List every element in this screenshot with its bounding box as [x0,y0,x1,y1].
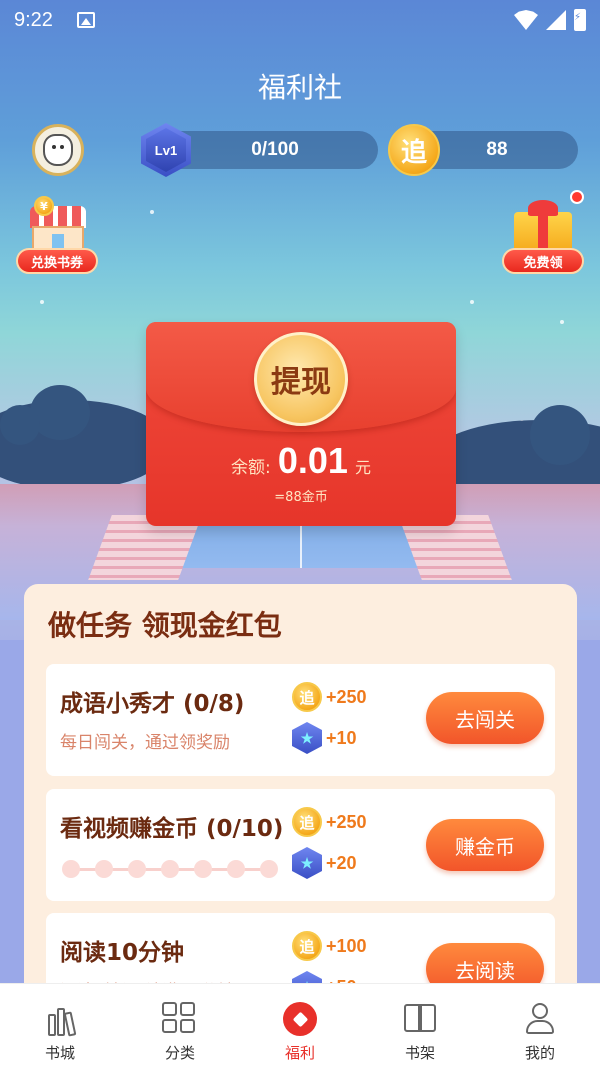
exchange-voucher-button[interactable]: ¥ 兑换书券 [12,196,102,276]
coin-icon: 追 [292,931,322,961]
task-description: 每日闯关，通过领奖励 [60,733,230,753]
coin-reward-value: +100 [326,935,367,956]
nav-item-bookstore[interactable]: 书城 [0,984,120,1067]
task-idiom-challenge: 成语小秀才 (0/8) 每日闯关，通过领奖励 追 +250 ★ +10 去闯关 [46,664,555,776]
go-challenge-button[interactable]: 去闯关 [426,692,544,744]
tree [30,385,90,440]
exp-reward: ★ +20 [292,847,357,879]
sparkle [150,210,154,214]
task-watch-video: 看视频赚金币 (0/10) 追 +250 ★ +20 赚金币 [46,789,555,901]
progress-dot [194,860,212,878]
status-indicators [514,9,586,31]
wifi-icon [514,10,538,30]
coin-reward-value: +250 [326,686,367,707]
exp-reward-value: +20 [326,852,357,873]
progress-dot [227,860,245,878]
exchange-voucher-label: 兑换书券 [16,248,98,274]
exp-reward-value: +10 [326,727,357,748]
balance-coin-equivalent: =88金币 [274,490,328,505]
coin-icon: 追 [292,807,322,837]
balance-value: 0.01 [277,440,348,481]
progress-dot [95,860,113,878]
coin-count: 88 [486,139,508,160]
progress-dot [62,860,80,878]
bookshelf-icon [402,1002,438,1036]
nav-label: 分类 [164,1044,195,1062]
free-gift-button[interactable]: 免费领 [498,190,588,276]
shop-coin-icon: ¥ [34,196,54,216]
sparkle [560,320,564,324]
exp-reward: ★ +10 [292,722,357,754]
coin-reward: 追 +100 [292,931,367,961]
nav-label: 我的 [524,1044,555,1062]
bookstore-icon [42,1002,78,1037]
coin-icon: 追 [388,124,440,176]
welfare-icon [283,1002,317,1036]
star-badge-icon: ★ [292,847,322,879]
video-progress [62,859,278,879]
progress-dot [260,860,278,878]
earn-coins-button[interactable]: 赚金币 [426,819,544,871]
status-bar: 9:22 [0,0,600,42]
task-section-title: 做任务 领现金红包 [48,609,282,642]
tree [530,405,590,465]
balance-label: 余额: [230,458,271,478]
level-badge-text: Lv1 [146,128,186,172]
tree [0,405,40,445]
nav-item-bookshelf[interactable]: 书架 [360,984,480,1067]
level-progress[interactable]: 0/100 [160,131,378,169]
gift-bow-icon [528,200,558,216]
category-grid-icon [162,1002,198,1036]
task-name: 看视频赚金币 (0/10) [60,816,284,842]
nav-item-category[interactable]: 分类 [120,984,240,1067]
nav-label: 书城 [44,1044,75,1062]
status-time: 9:22 [14,9,53,31]
bottom-nav: 书城 分类 福利 书架 我的 [0,983,600,1067]
level-progress-text: 0/100 [251,139,299,160]
sparkle [470,300,474,304]
star-badge-icon: ★ [292,722,322,754]
progress-dot [161,860,179,878]
profile-icon [522,1002,558,1036]
page-title: 福利社 [257,71,342,104]
task-name: 成语小秀才 (0/8) [60,691,245,717]
nav-label: 福利 [284,1044,315,1062]
avatar[interactable] [32,124,84,176]
withdraw-button[interactable]: 提现 [254,332,348,426]
notification-dot [570,190,584,204]
signal-icon [546,10,566,30]
balance-unit: 元 [354,458,371,477]
coin-reward-value: +250 [326,811,367,832]
nav-item-profile[interactable]: 我的 [480,984,600,1067]
coin-reward: 追 +250 [292,682,367,712]
nav-label: 书架 [404,1044,435,1062]
sheep-avatar-icon [43,134,73,166]
balance-row: 余额: 0.01 元 [146,440,456,482]
coin-icon: 追 [292,682,322,712]
gift-ribbon-icon [538,212,548,252]
battery-icon [574,9,586,31]
free-gift-label: 免费领 [502,248,584,274]
sparkle [40,300,44,304]
coin-reward: 追 +250 [292,807,367,837]
progress-dot [128,860,146,878]
nav-item-welfare[interactable]: 福利 [240,984,360,1067]
task-name: 阅读10分钟 [60,940,185,966]
image-notification-icon [77,12,95,28]
